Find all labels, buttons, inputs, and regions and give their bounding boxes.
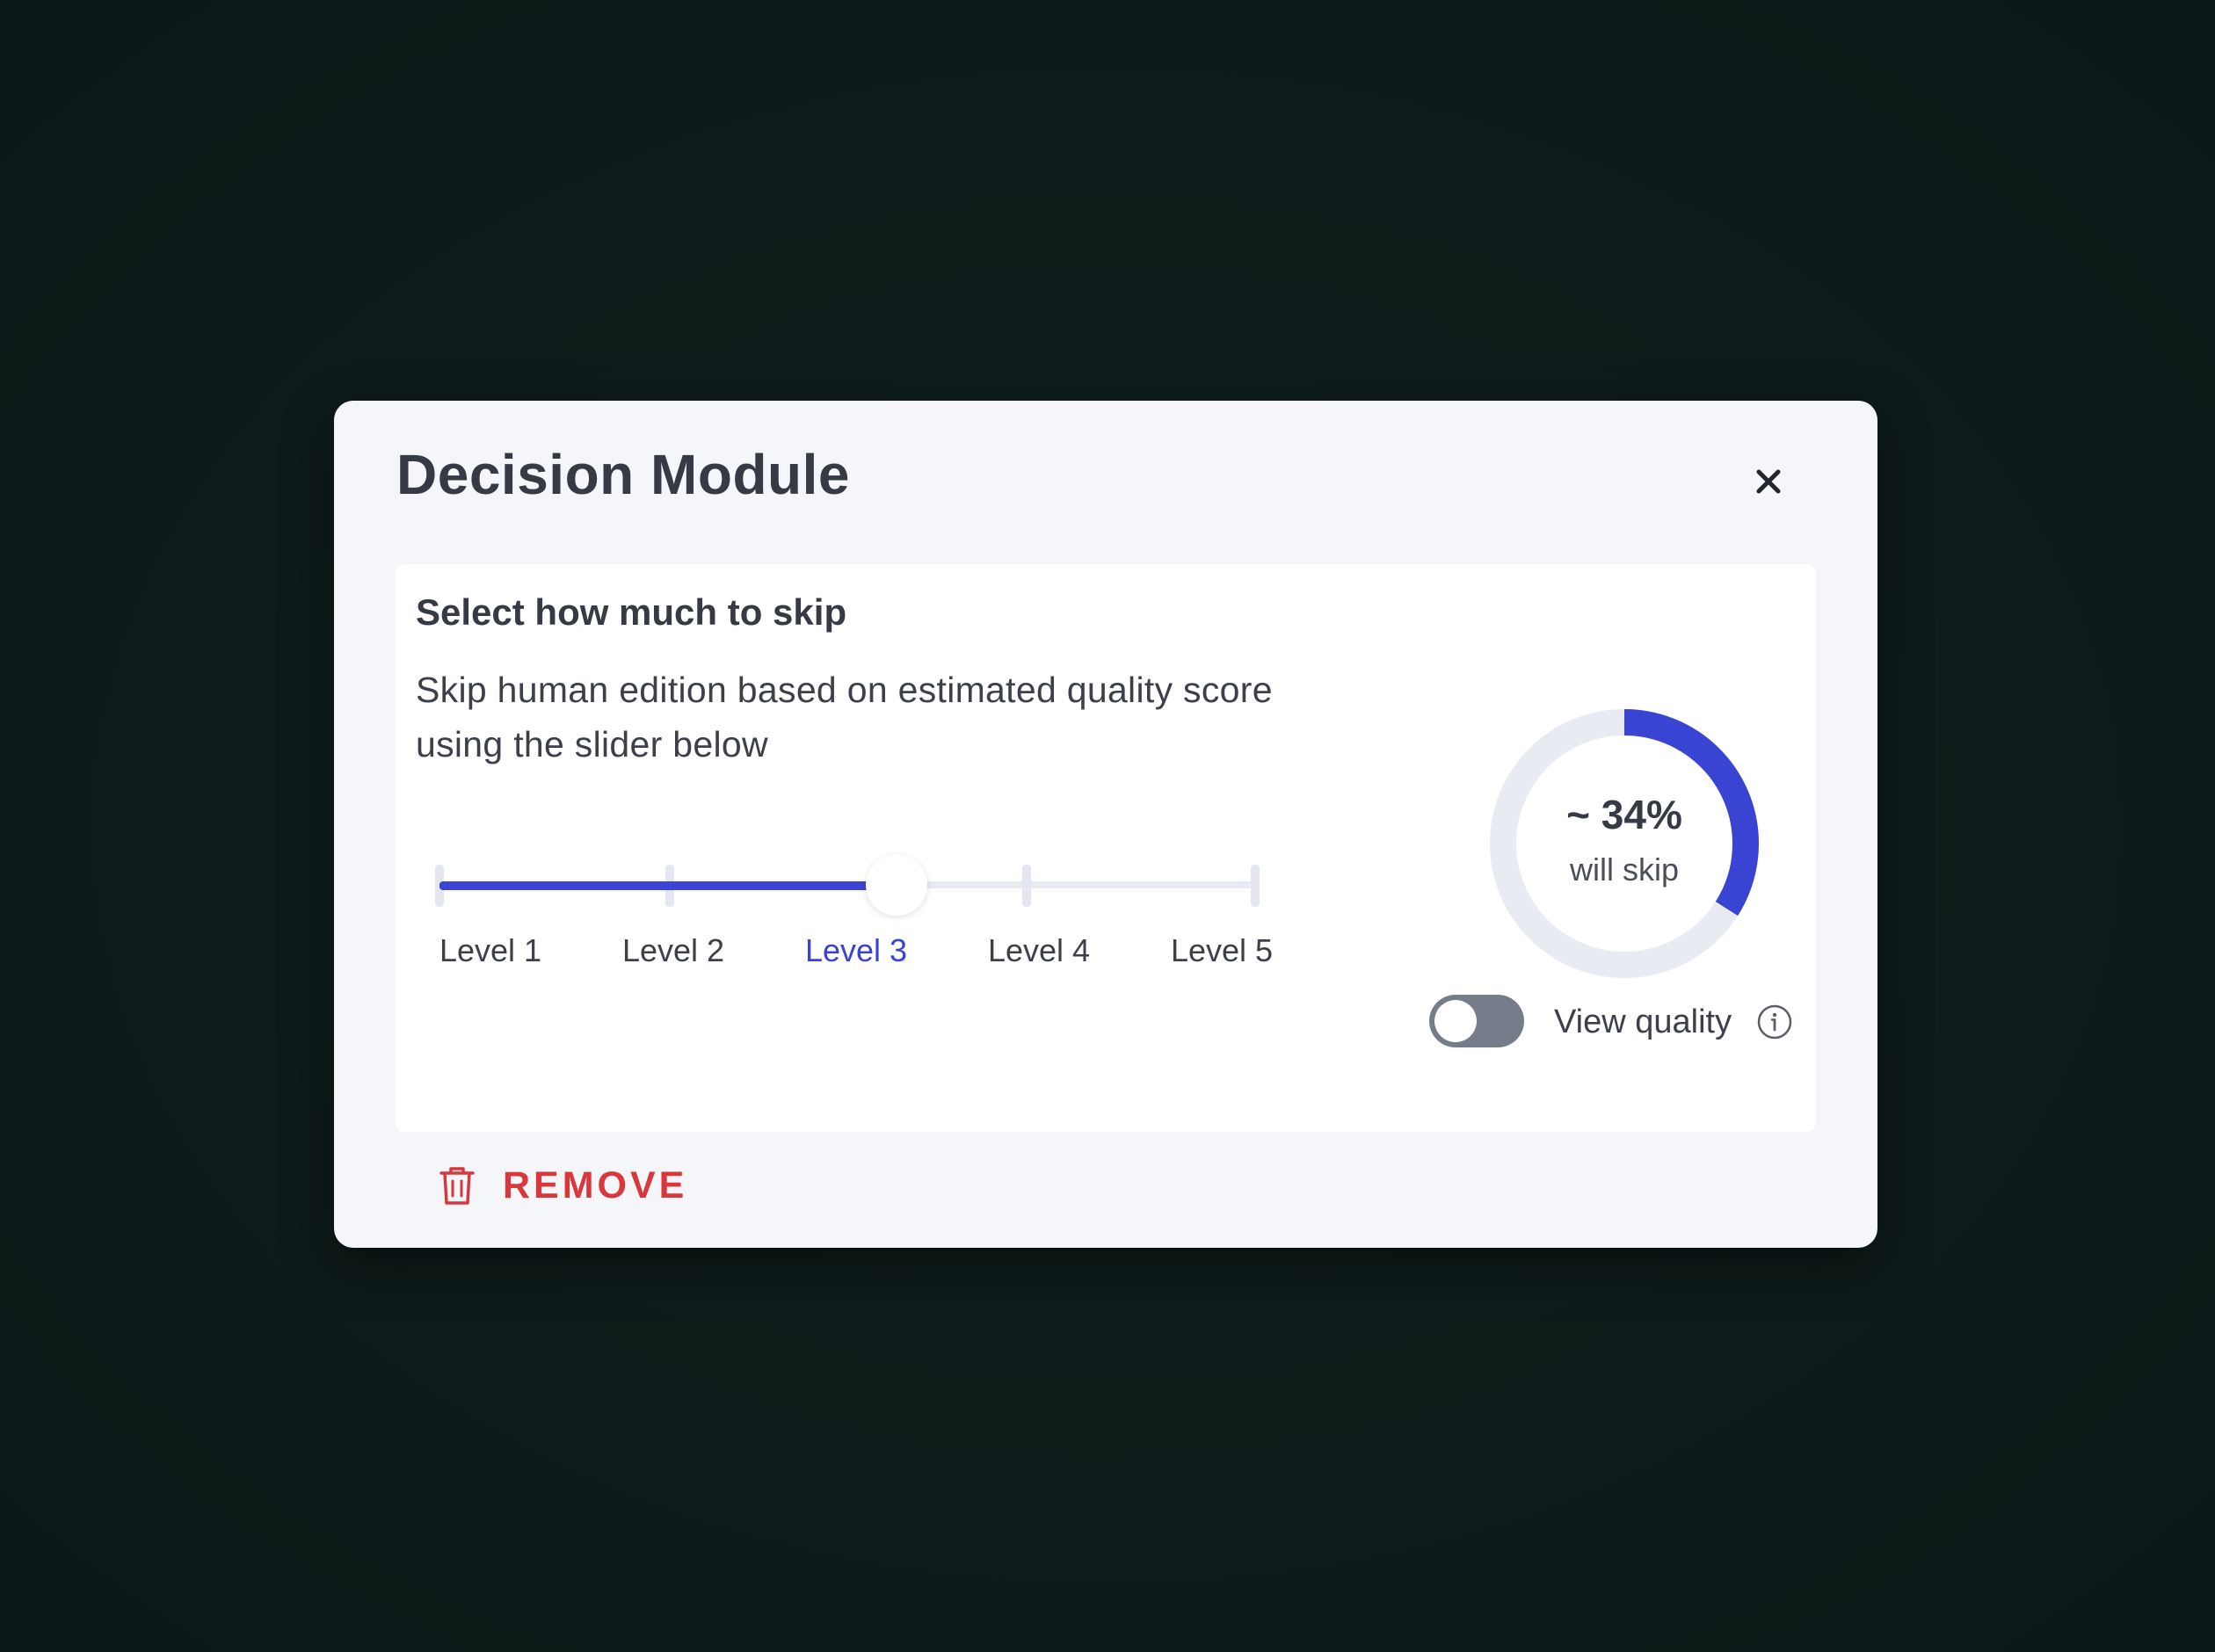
skip-level-slider[interactable] bbox=[434, 854, 1260, 916]
slider-tick bbox=[1251, 865, 1260, 907]
slider-tick bbox=[1022, 865, 1031, 907]
level-label-4[interactable]: Level 4 bbox=[988, 935, 1090, 967]
modal-title: Decision Module bbox=[396, 443, 850, 506]
slider-fill bbox=[439, 881, 897, 890]
close-button[interactable] bbox=[1747, 460, 1790, 503]
remove-label: REMOVE bbox=[503, 1163, 688, 1206]
level-labels: Level 1 Level 2 Level 3 Level 4 Level 5 bbox=[396, 935, 1310, 979]
trash-icon bbox=[438, 1164, 476, 1206]
toggle-knob bbox=[1434, 1000, 1477, 1042]
skip-settings-card: Select how much to skip Skip human editi… bbox=[396, 564, 1816, 1132]
level-label-3[interactable]: Level 3 bbox=[805, 935, 907, 967]
remove-button[interactable]: REMOVE bbox=[438, 1160, 687, 1211]
skip-caption: will skip bbox=[1569, 851, 1679, 888]
close-icon bbox=[1756, 469, 1781, 494]
view-quality-label: View quality bbox=[1554, 1004, 1732, 1040]
donut-svg bbox=[1490, 709, 1759, 978]
level-label-1[interactable]: Level 1 bbox=[439, 935, 541, 967]
level-label-5[interactable]: Level 5 bbox=[1171, 935, 1273, 967]
card-description: Skip human edition based on estimated qu… bbox=[416, 670, 1273, 764]
skip-donut-chart: ~ 34% will skip bbox=[1487, 706, 1761, 981]
card-heading: Select how much to skip bbox=[416, 591, 847, 633]
level-label-2[interactable]: Level 2 bbox=[622, 935, 724, 967]
skip-percentage: ~ 34% bbox=[1566, 792, 1682, 837]
view-quality-toggle[interactable] bbox=[1429, 995, 1524, 1047]
info-icon[interactable] bbox=[1756, 1004, 1793, 1040]
decision-module-dialog: Decision Module Select how much to skip … bbox=[334, 401, 1877, 1248]
slider-thumb[interactable] bbox=[866, 854, 927, 916]
